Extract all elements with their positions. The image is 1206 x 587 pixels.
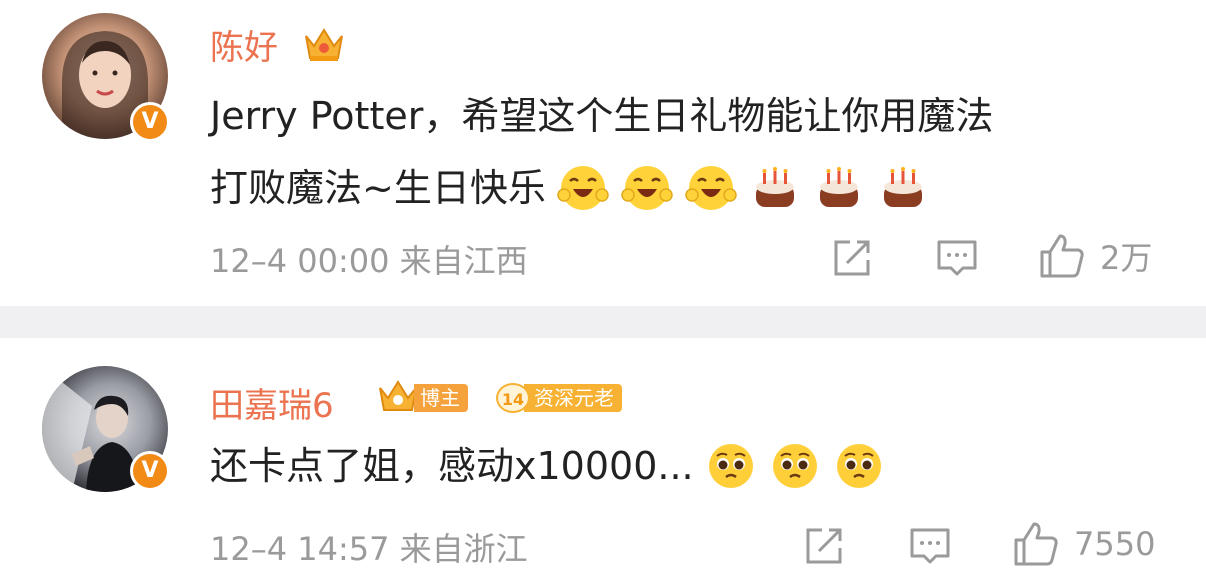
- senior-member-tag[interactable]: 14 资深元老: [496, 382, 622, 414]
- comment-icon: [935, 236, 979, 280]
- senior-years: 14: [496, 383, 530, 413]
- repost-button[interactable]: [830, 236, 874, 280]
- like-count: 2万: [1100, 239, 1153, 277]
- divider: [0, 306, 1206, 338]
- repost-button[interactable]: [802, 524, 846, 568]
- pleading-emoji: [768, 439, 822, 493]
- verified-badge: V: [130, 102, 170, 142]
- comment-text-line: 打败魔法~生日快乐: [210, 166, 546, 210]
- comment-text: Jerry Potter，希望这个生日礼物能让你用魔法 打败魔法~生日快乐: [210, 80, 1170, 224]
- comment-text-line: 还卡点了姐，感动x10000...: [210, 444, 694, 488]
- cake-emoji: [748, 161, 802, 215]
- repost-icon: [830, 236, 874, 280]
- comment-card: V 田嘉瑞6 博主 14 资深元老 还卡点了姐，感动x10000... 12–4…: [0, 338, 1206, 587]
- like-icon: [1012, 520, 1060, 568]
- laugh-emoji: [684, 161, 738, 215]
- blogger-tag[interactable]: 博主: [376, 380, 468, 414]
- comment-button[interactable]: [908, 524, 952, 568]
- repost-icon: [802, 524, 846, 568]
- senior-member-label: 资深元老: [524, 384, 622, 412]
- blogger-tag-label: 博主: [414, 384, 468, 412]
- pleading-emoji: [832, 439, 886, 493]
- like-button[interactable]: 7550: [1012, 520, 1155, 568]
- comment-button[interactable]: [935, 236, 979, 280]
- timestamp-location: 12–4 14:57 来自浙江: [210, 530, 528, 568]
- username[interactable]: 田嘉瑞6: [210, 378, 334, 427]
- crown-icon: [305, 28, 343, 61]
- comment-text-line: Jerry Potter，希望这个生日礼物能让你用魔法: [210, 94, 994, 138]
- username[interactable]: 陈好: [210, 20, 278, 69]
- comment-text: 还卡点了姐，感动x10000...: [210, 430, 1170, 502]
- cake-emoji: [876, 161, 930, 215]
- timestamp-location: 12–4 00:00 来自江西: [210, 242, 528, 280]
- like-button[interactable]: 2万: [1038, 232, 1152, 280]
- comment-card: V 陈好 Jerry Potter，希望这个生日礼物能让你用魔法 打败魔法~生日…: [0, 0, 1206, 306]
- pleading-emoji: [704, 439, 758, 493]
- cake-emoji: [812, 161, 866, 215]
- like-icon: [1038, 232, 1086, 280]
- comment-icon: [908, 524, 952, 568]
- laugh-emoji: [620, 161, 674, 215]
- laugh-emoji: [556, 161, 610, 215]
- verified-badge: V: [130, 451, 170, 491]
- like-count: 7550: [1074, 525, 1156, 563]
